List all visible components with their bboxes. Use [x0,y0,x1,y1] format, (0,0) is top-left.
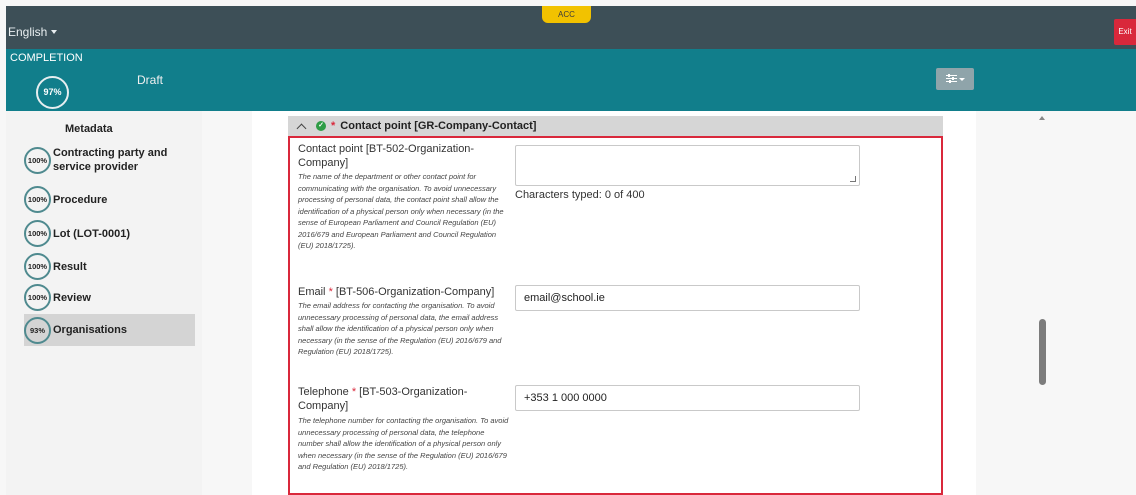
progress-circle: 100% [24,253,51,280]
contact-point-label: Contact point [BT-502-Organization-Compa… [298,143,475,169]
caret-down-icon [51,30,58,34]
sidebar-item-label: Contracting party and service provider [53,146,168,173]
sidebar: Metadata 100% Contracting party and serv… [6,111,202,495]
email-help: The email address for contacting the org… [298,301,502,356]
telephone-label: Telephone * [BT-503-Organization-Company… [298,385,508,413]
email-field[interactable]: email@school.ie [515,285,860,311]
scroll-up-arrow-icon[interactable] [1039,116,1045,120]
email-label-text: Email [298,286,329,298]
resize-handle-icon[interactable] [850,176,856,182]
environment-badge: ACC [542,6,591,23]
sidebar-item-result[interactable]: 100% Result [24,253,195,280]
scrollbar-thumb[interactable] [1039,319,1046,385]
caret-down-icon [958,77,965,81]
language-label: English [8,25,48,39]
contact-point-field[interactable] [515,145,860,186]
form-panel: ✓ * Contact point [GR-Company-Contact] C… [252,111,976,495]
filter-button[interactable] [936,68,974,90]
sidebar-item-label: Procedure [53,193,108,206]
check-circle-icon: ✓ [316,121,326,131]
sidebar-item-review[interactable]: 100% Review [24,284,195,311]
telephone-label-text: Telephone [298,386,352,398]
character-counter: Characters typed: 0 of 400 [515,189,645,201]
progress-circle: 100% [24,284,51,311]
filter-sliders-icon [945,73,957,85]
sidebar-item-procedure[interactable]: 100% Procedure [24,186,195,213]
sidebar-item-metadata[interactable]: Metadata [65,123,113,135]
progress-circle: 100% [24,147,51,174]
required-mark: * [331,120,336,132]
progress-circle: 93% [24,316,51,344]
telephone-field[interactable]: +353 1 000 0000 [515,385,860,411]
telephone-help: The telephone number for contacting the … [298,416,509,471]
progress-circle: 100% [24,186,51,213]
sidebar-item-label: Lot (LOT-0001) [53,227,131,240]
scroll-area [976,111,1136,495]
sidebar-item-lot[interactable]: 100% Lot (LOT-0001) [24,220,195,247]
language-selector[interactable]: English [8,25,58,39]
sidebar-item-label: Review [53,291,91,304]
sidebar-item-contracting-party[interactable]: 100% Contracting party and service provi… [24,147,195,174]
sidebar-item-label: Organisations [53,324,127,336]
top-bar: English ACC Exit [6,6,1136,49]
sidebar-item-organisations[interactable]: 93% Organisations [24,314,195,346]
chevron-up-icon[interactable] [296,123,307,133]
completion-bar: COMPLETION 97% Draft [6,49,1136,111]
completion-percent: 97% [36,76,69,109]
contact-point-help: The name of the department or other cont… [298,172,504,250]
section-header[interactable]: ✓ * Contact point [GR-Company-Contact] [288,116,943,136]
section-title: Contact point [GR-Company-Contact] [340,120,537,132]
email-label-code: [BT-506-Organization-Company] [332,286,495,298]
completion-label: COMPLETION [10,52,83,64]
progress-circle: 100% [24,220,51,247]
exit-button[interactable]: Exit [1114,19,1136,45]
highlighted-field-group: Contact point [BT-502-Organization-Compa… [288,136,943,495]
email-label: Email * [BT-506-Organization-Company] [298,285,508,299]
sidebar-item-label: Result [53,260,87,273]
status-badge: Draft [137,73,164,87]
